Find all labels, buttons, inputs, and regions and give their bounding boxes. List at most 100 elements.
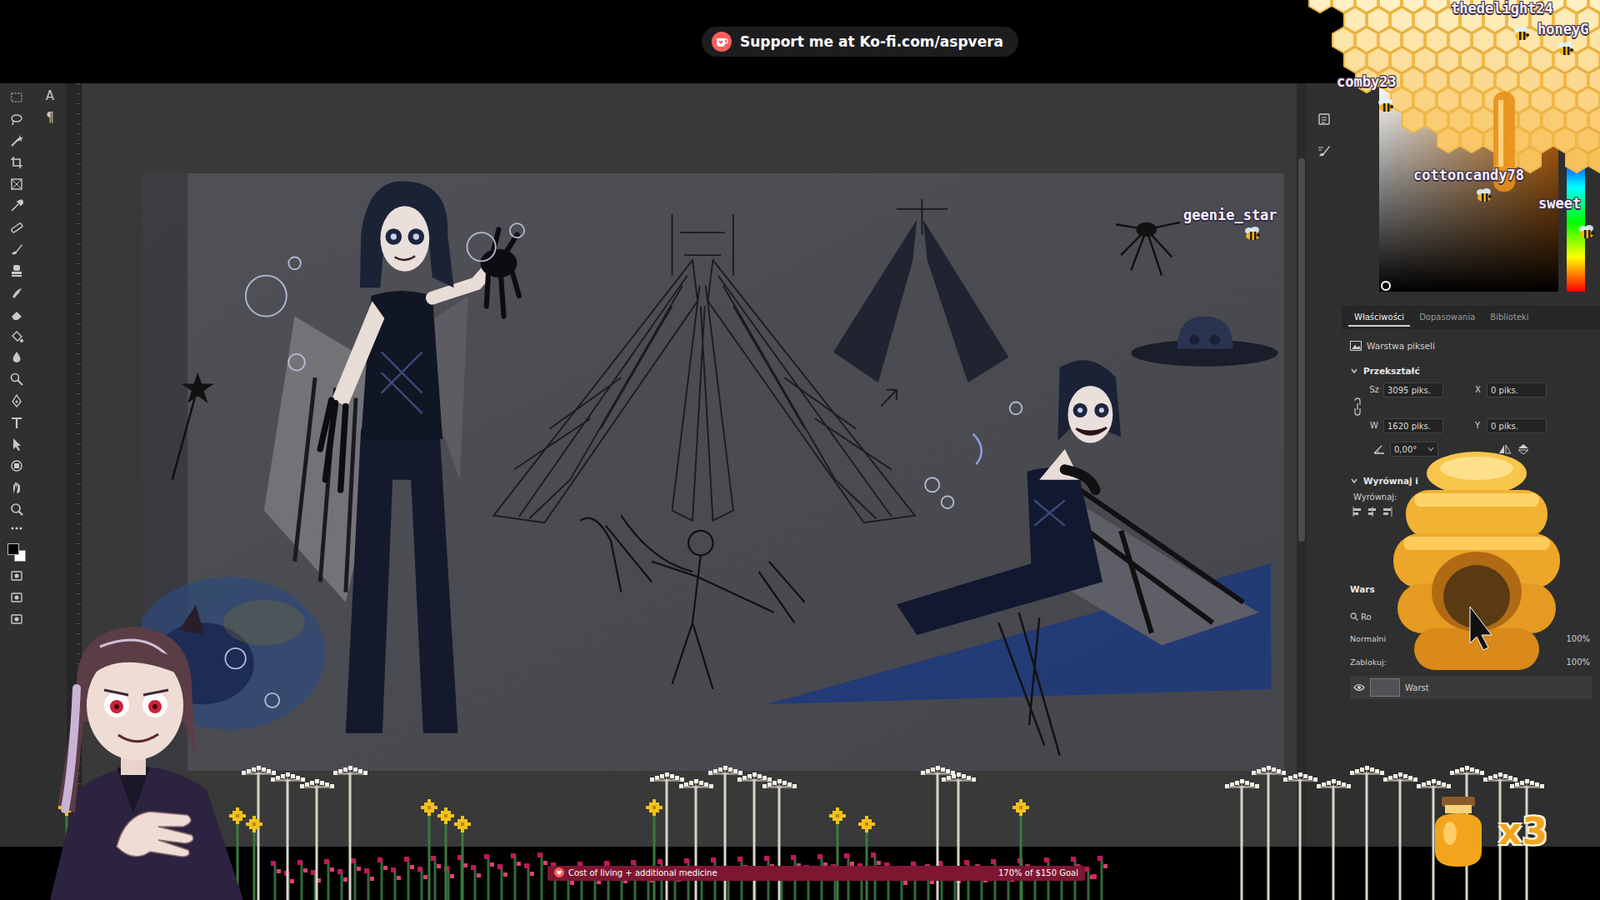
size-field[interactable]: 1620 piks. [1383, 418, 1444, 434]
vertical-scrollbar[interactable] [1296, 83, 1307, 847]
tool-icon [9, 133, 25, 149]
tool-icon [9, 350, 25, 365]
tool-button[interactable] [9, 285, 25, 300]
field-label: X [1475, 382, 1487, 395]
tool-button[interactable] [9, 568, 25, 584]
align-buttons [1350, 504, 1592, 520]
angle-row: 0,00° [1350, 440, 1592, 458]
tool-glyph[interactable]: A [45, 88, 55, 104]
tool-button[interactable] [9, 480, 25, 495]
tool-button[interactable] [9, 133, 25, 149]
beehive-decoration [1393, 450, 1560, 674]
document-canvas[interactable] [141, 173, 1285, 771]
tool-button[interactable] [9, 90, 25, 105]
panel-tab[interactable]: Właściwości [1348, 309, 1410, 327]
flip-vertical-button[interactable] [1516, 443, 1530, 455]
tool-button[interactable] [9, 111, 25, 127]
align-button[interactable] [1381, 505, 1394, 518]
panel-tab[interactable]: Biblioteki [1484, 309, 1535, 327]
align-button[interactable] [1351, 505, 1364, 518]
flip-horizontal-button[interactable] [1498, 443, 1512, 455]
tool-icon [9, 90, 25, 105]
transform-header[interactable]: Przekształć [1350, 362, 1592, 380]
chat-username: cottoncandy78 [1413, 166, 1525, 184]
more-tools-button[interactable] [9, 523, 25, 534]
tool-button[interactable] [9, 306, 25, 322]
tool-button[interactable] [9, 198, 25, 214]
align-button[interactable] [1366, 505, 1379, 518]
field-label: W [1365, 418, 1384, 430]
tool-button[interactable] [9, 263, 25, 279]
tool-button[interactable] [9, 458, 25, 474]
tool-button[interactable] [9, 501, 25, 517]
dock-button[interactable] [1316, 143, 1332, 159]
history-icon [1316, 111, 1332, 127]
scrollbar-thumb[interactable] [1298, 158, 1305, 542]
kofi-cup-icon [711, 31, 732, 52]
stream-top-bar: Support me at Ko-fi.com/aspvera [0, 0, 1600, 84]
tool-button[interactable] [9, 220, 25, 235]
mode-icon [9, 590, 25, 605]
tool-button[interactable] [9, 590, 25, 605]
tool-icon [9, 220, 25, 235]
tool-icon [9, 198, 25, 214]
bee-icon [1475, 188, 1494, 204]
goal-reading: 170% of $150 Goal [998, 868, 1079, 878]
layers-tab[interactable]: Wars [1350, 584, 1375, 595]
kofi-banner[interactable]: Support me at Ko-fi.com/aspvera [701, 26, 1019, 57]
layer-name: Warst [1405, 683, 1430, 693]
streamer-avatar [25, 596, 259, 900]
tool-button[interactable] [9, 371, 25, 387]
tool-icon [9, 371, 25, 387]
panel-tab[interactable]: Dopasowania [1413, 309, 1481, 327]
tool-button[interactable] [9, 611, 25, 627]
tool-button[interactable] [9, 393, 25, 409]
tool-button[interactable] [9, 241, 25, 257]
angle-field[interactable]: 0,00° [1390, 441, 1439, 457]
stream-bottom-bar: Cost of living + additional medicine170%… [0, 846, 1600, 900]
eye-icon [1353, 683, 1365, 692]
chat-username: comby23 [1336, 73, 1397, 90]
tool-button[interactable] [9, 328, 25, 344]
tool-icon [9, 306, 25, 322]
foreground-color-swatch[interactable] [7, 543, 20, 555]
tool-icon [9, 155, 25, 170]
flip-vertical-icon [1516, 443, 1530, 455]
align-header[interactable]: Wyrównaj i [1350, 472, 1592, 490]
dock-button[interactable] [1316, 111, 1332, 127]
hue-slider[interactable] [1566, 83, 1585, 292]
opacity-value[interactable]: 100% [1565, 634, 1592, 644]
tool-button[interactable] [9, 415, 25, 430]
search-icon [1350, 612, 1359, 621]
tool-button[interactable] [9, 176, 25, 192]
document-workspace [81, 83, 1297, 847]
blend-row: Normalni 100% [1350, 630, 1592, 646]
layer-row[interactable]: Warst [1350, 675, 1592, 700]
kofi-heart-icon [554, 867, 565, 878]
tool-icon [9, 285, 25, 300]
mode-icon [9, 568, 25, 584]
pixel-layer-icon [1350, 340, 1362, 351]
color-field[interactable] [1379, 83, 1559, 292]
tool-icon [9, 458, 25, 474]
fill-value[interactable]: 100% [1565, 657, 1592, 667]
size-field[interactable]: 3095 piks. [1383, 382, 1444, 398]
tool-icon [9, 436, 25, 452]
tool-button[interactable] [9, 350, 25, 365]
bee-icon [1376, 98, 1395, 114]
bee-icon [1243, 226, 1262, 242]
chevron-icon [1350, 476, 1359, 485]
position-field[interactable]: 0 piks. [1486, 382, 1547, 398]
properties-body: Warstwa pikseliPrzekształćSz3095 piks.X0… [1341, 329, 1600, 700]
tool-button[interactable] [9, 155, 25, 170]
bee-icon [1556, 41, 1575, 57]
tool-button[interactable] [9, 436, 25, 452]
tool-icon [9, 111, 25, 127]
position-field[interactable]: 0 piks. [1486, 418, 1547, 434]
layer-search[interactable]: Ro [1350, 609, 1592, 625]
chat-username: honeyG [1537, 20, 1589, 38]
color-swatches[interactable] [7, 543, 26, 562]
field-value: 0 piks. [1490, 421, 1519, 431]
tool-glyph[interactable]: ¶ [45, 110, 55, 125]
blend-mode[interactable]: Normalni [1350, 634, 1386, 644]
